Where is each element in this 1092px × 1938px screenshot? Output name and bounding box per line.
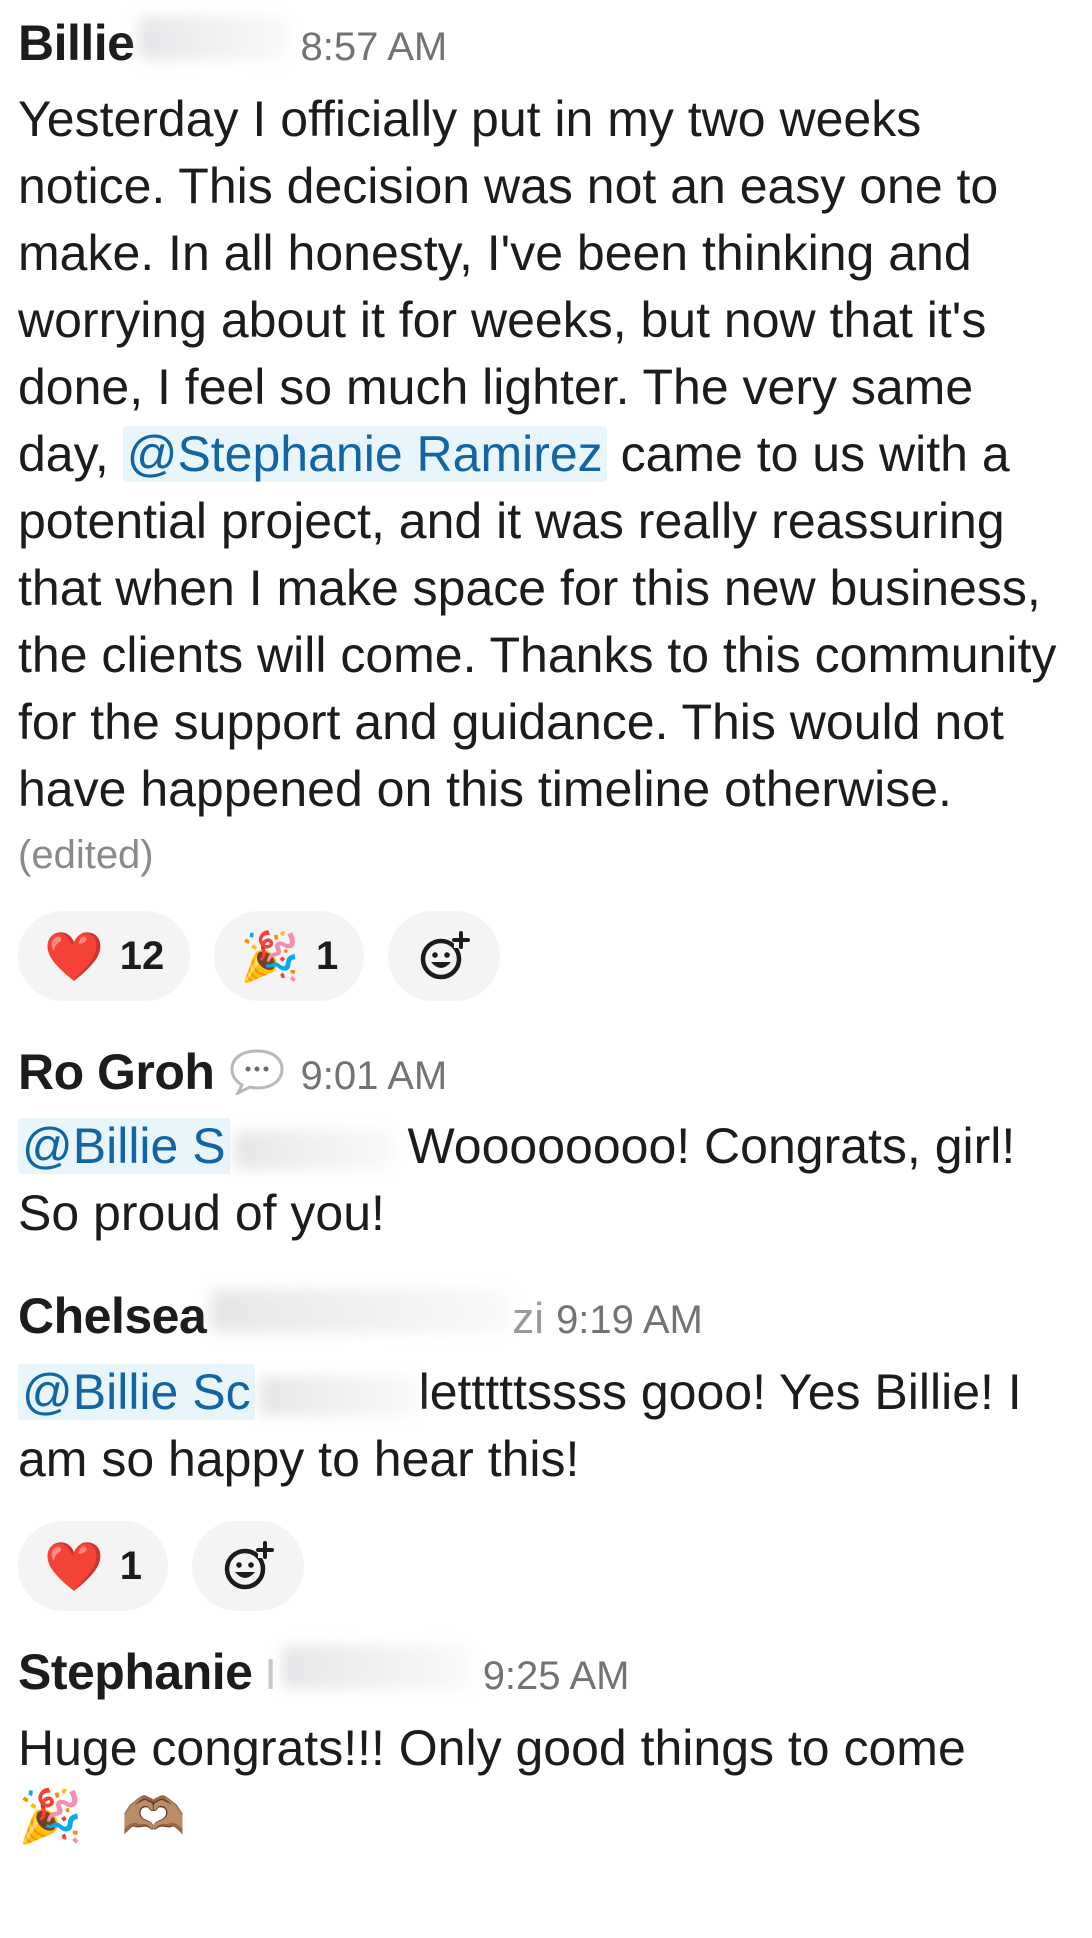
reaction-count: 1	[316, 933, 339, 978]
reaction-count: 1	[119, 1543, 143, 1588]
reaction-count: 12	[119, 933, 165, 978]
emoji-line: 🎉 🫶🏽	[18, 1788, 198, 1846]
add-reaction-button[interactable]	[192, 1521, 305, 1611]
mention-link[interactable]: @Billie S	[18, 1118, 230, 1174]
message-chelsea: Chelsea zi 9:19 AM @Billie Sc letttttssss…	[18, 1287, 1074, 1611]
add-reaction-icon	[421, 931, 471, 980]
message-ro-groh: Ro Groh 9:01 AM @Billie S Woooooooo! Con…	[18, 1041, 1074, 1247]
reaction-bar: ❤️ 1	[18, 1521, 1074, 1611]
message-header: Billie 8:57 AM	[18, 14, 1074, 86]
message-body: @Billie Sc letttttssss gooo! Yes Billie! …	[18, 1359, 1074, 1493]
message-billie: Billie 8:57 AM Yesterday I officially pu…	[18, 14, 1074, 1001]
message-header: Ro Groh 9:01 AM	[18, 1041, 1074, 1113]
message-stephanie: Stephanie I 9:25 AM Huge congrats!!! Onl…	[18, 1643, 1074, 1852]
heart-icon: ❤️	[44, 930, 104, 984]
author-name-tail: I	[264, 1650, 277, 1699]
add-reaction-button[interactable]	[388, 911, 501, 1001]
reaction-party[interactable]: 🎉 1	[214, 911, 365, 1001]
redacted-mention	[258, 1375, 419, 1416]
message-thread: Billie 8:57 AM Yesterday I officially pu…	[0, 0, 1092, 1852]
author-name[interactable]: Stephanie	[18, 1643, 253, 1701]
reaction-bar: ❤️ 12 🎉 1	[18, 911, 1074, 1001]
heart-icon: ❤️	[44, 1540, 104, 1594]
add-reaction-icon	[224, 1541, 275, 1590]
reaction-heart[interactable]: ❤️ 1	[18, 1521, 169, 1611]
message-header: Stephanie I 9:25 AM	[18, 1643, 1074, 1715]
reaction-heart[interactable]: ❤️ 12	[18, 911, 191, 1001]
redacted-surname	[138, 16, 289, 60]
timestamp[interactable]: 9:01 AM	[300, 1054, 447, 1099]
timestamp[interactable]: 8:57 AM	[300, 25, 447, 70]
redacted-surname	[280, 1645, 471, 1689]
edited-label: (edited)	[18, 833, 154, 877]
message-header: Chelsea zi 9:19 AM	[18, 1287, 1074, 1359]
author-name[interactable]: Billie	[18, 14, 135, 72]
redacted-surname	[210, 1289, 511, 1333]
redacted-mention	[233, 1129, 394, 1170]
timestamp[interactable]: 9:19 AM	[556, 1298, 703, 1343]
message-text: Yesterday I officially put in my two wee…	[18, 91, 999, 482]
message-text: came to us with a potential project, and…	[18, 426, 1057, 817]
author-name-tail: zi	[512, 1294, 545, 1343]
message-body: @Billie S Woooooooo! Congrats, girl! So …	[18, 1113, 1074, 1247]
mention-link[interactable]: @Stephanie Ramirez	[122, 426, 607, 482]
author-name[interactable]: Ro Groh	[18, 1043, 215, 1101]
message-body: Yesterday I officially put in my two wee…	[18, 86, 1074, 823]
timestamp[interactable]: 9:25 AM	[483, 1654, 630, 1699]
message-text: Huge congrats!!! Only good things to com…	[18, 1720, 966, 1776]
mention-link[interactable]: @Billie Sc	[18, 1364, 255, 1420]
author-name[interactable]: Chelsea	[18, 1287, 207, 1345]
party-popper-icon: 🎉	[240, 930, 301, 984]
speech-bubble-icon	[230, 1049, 284, 1095]
